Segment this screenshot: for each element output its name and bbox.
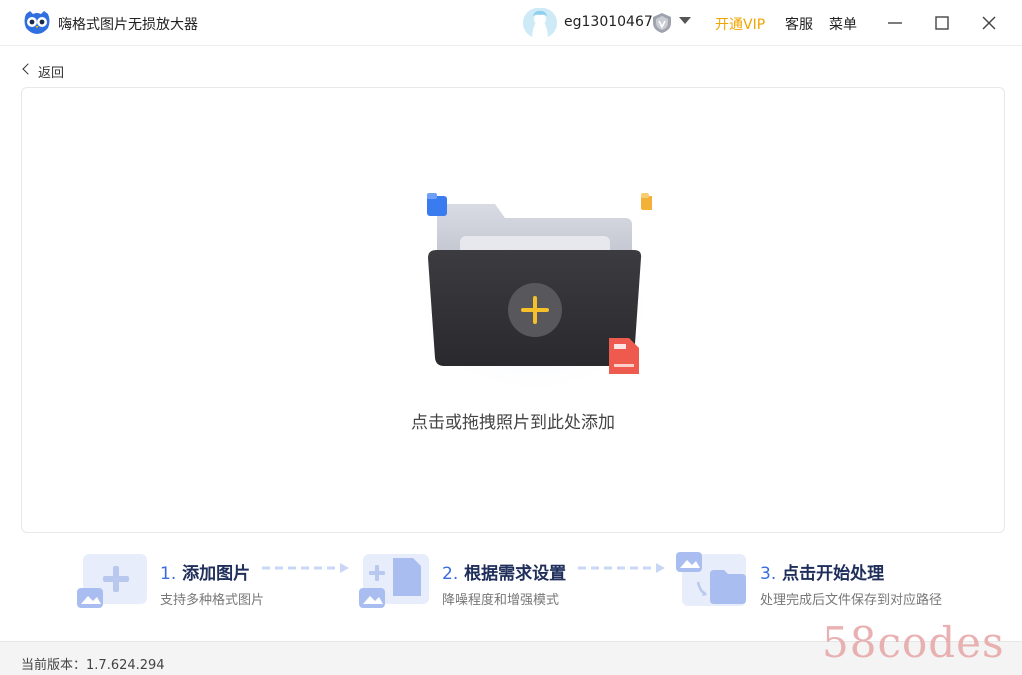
process-step-icon	[676, 552, 746, 606]
step-1-title-text: 添加图片	[182, 564, 251, 584]
watermark: 58codes	[822, 618, 1005, 667]
step-2-number: 2.	[442, 564, 459, 584]
add-folder-icon	[409, 193, 652, 388]
step-3-number: 3.	[760, 564, 777, 584]
owl-logo-icon	[24, 11, 50, 34]
username: eg13010467	[564, 14, 653, 30]
maximize-icon[interactable]	[929, 10, 955, 36]
vip-shield-icon	[653, 13, 671, 33]
step-2-desc: 降噪程度和增强模式	[442, 593, 560, 608]
drop-hint-text: 点击或拖拽照片到此处添加	[411, 413, 615, 433]
minimize-icon[interactable]	[882, 10, 908, 36]
step-1-desc: 支持多种格式图片	[160, 593, 265, 608]
avatar[interactable]	[523, 8, 557, 38]
step-1-title: 1. 添加图片	[160, 559, 250, 584]
version-label: 当前版本：	[21, 658, 87, 673]
version-value: 1.7.624.294	[86, 658, 165, 673]
step-2-title: 2. 根据需求设置	[442, 559, 566, 584]
step-1-number: 1.	[160, 564, 177, 584]
close-icon[interactable]	[976, 10, 1002, 36]
step-3-desc: 处理完成后文件保存到对应路径	[760, 593, 943, 608]
dashed-arrow-icon	[262, 563, 349, 573]
back-label: 返回	[38, 66, 65, 81]
settings-step-icon	[359, 554, 429, 608]
chevron-left-icon	[22, 63, 34, 75]
app-title: 嗨格式图片无损放大器	[58, 17, 198, 33]
customer-service-link[interactable]: 客服	[785, 14, 813, 34]
title-bar: 嗨格式图片无损放大器 eg13010467 开通VIP 客服 菜单	[0, 0, 1022, 46]
open-vip-link[interactable]: 开通VIP	[715, 14, 765, 34]
step-2-title-text: 根据需求设置	[464, 564, 567, 584]
user-dropdown-caret-icon[interactable]	[679, 17, 691, 24]
add-image-step-icon	[77, 554, 147, 608]
step-3-title: 3. 点击开始处理	[760, 559, 884, 584]
menu-link[interactable]: 菜单	[829, 14, 857, 34]
dashed-arrow-icon	[578, 563, 665, 573]
step-3-title-text: 点击开始处理	[782, 564, 885, 584]
image-drop-zone[interactable]: 点击或拖拽照片到此处添加	[21, 87, 1005, 533]
avatar-character-icon	[523, 8, 557, 38]
version-info: 当前版本：1.7.624.294	[21, 654, 165, 673]
